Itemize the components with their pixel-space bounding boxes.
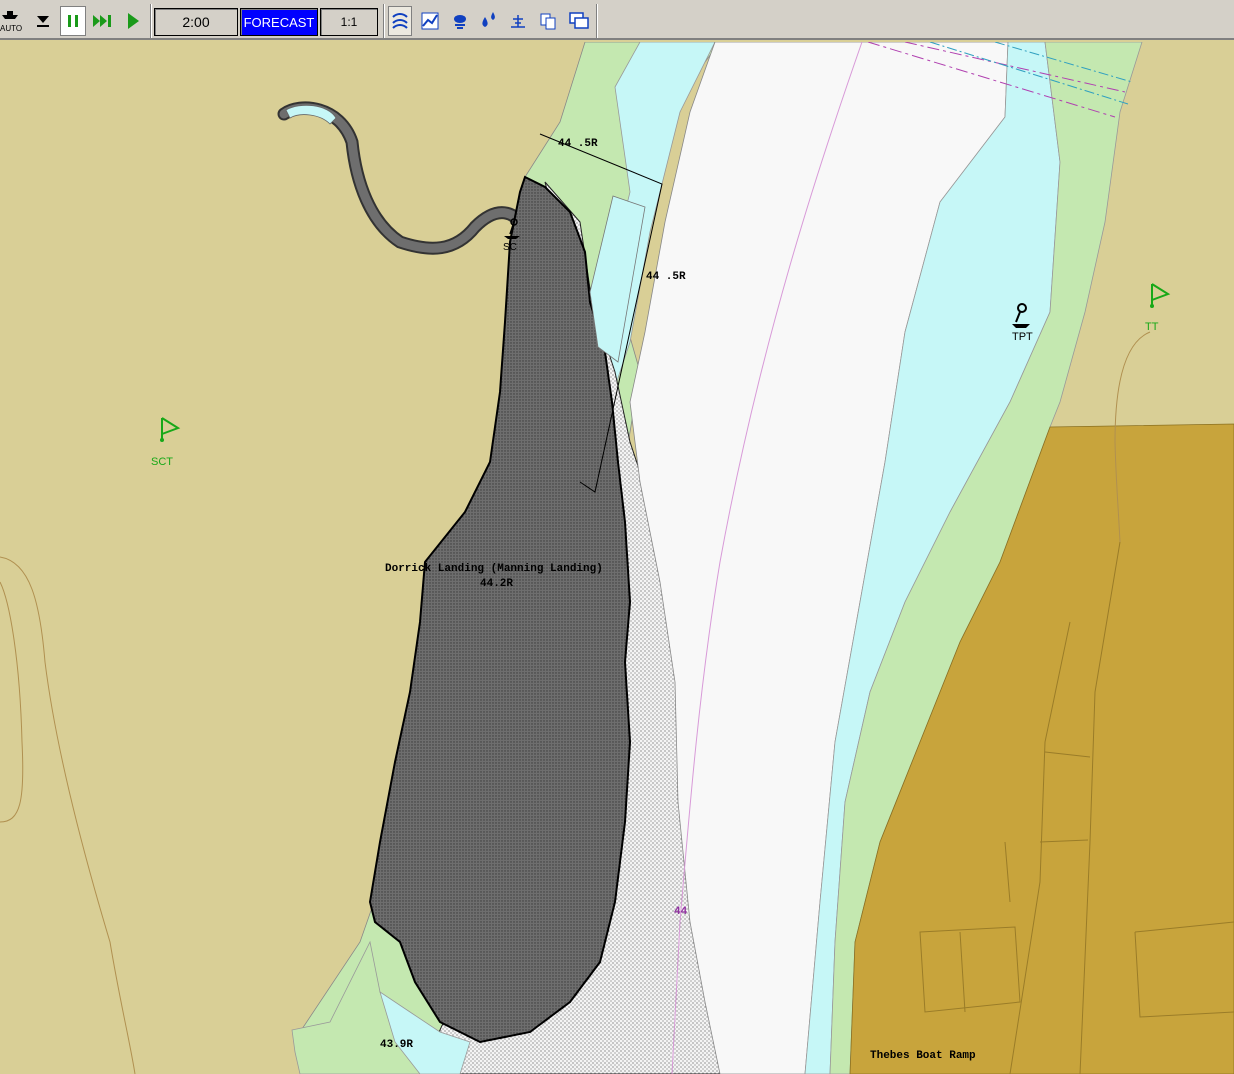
play-button[interactable] [120, 6, 146, 36]
pause-button[interactable] [60, 6, 86, 36]
flag-label: TT [1145, 321, 1159, 333]
wind-button[interactable] [506, 6, 530, 36]
play-icon [128, 13, 139, 29]
auto-mode-button[interactable] [0, 4, 20, 24]
step-down-icon [37, 16, 49, 27]
auto-label: AUTO [0, 24, 23, 33]
fast-forward-button[interactable] [90, 6, 116, 36]
window-icon [569, 12, 589, 29]
place-name-landing: Dorrick Landing (Manning Landing) [385, 563, 603, 575]
flag-label: SCT [151, 456, 173, 468]
step-down-button[interactable] [32, 6, 54, 36]
sounding-label: 43.9R [380, 1039, 413, 1051]
water-level-button[interactable] [476, 6, 502, 36]
scale-field[interactable]: 1:1 [320, 8, 378, 36]
sounding-label: 44 .5R [646, 271, 686, 283]
place-name-boat-ramp: Thebes Boat Ramp [870, 1050, 976, 1062]
time-field[interactable]: 2:00 [154, 8, 238, 36]
toolbar: AUTO 2:00 FORECAST 1:1 [0, 0, 1234, 40]
toolbar-separator [383, 4, 385, 38]
copy-button[interactable] [536, 6, 560, 36]
sounding-label: 44.2R [480, 578, 513, 590]
gauge-label: SC [503, 242, 517, 253]
wind-icon [511, 15, 525, 28]
weather-cloud-icon [454, 15, 466, 29]
weather-button[interactable] [448, 6, 472, 36]
toolbar-separator [596, 4, 598, 38]
fast-forward-icon [93, 15, 111, 27]
sounding-label: 44 [674, 906, 688, 918]
current-tool-button[interactable] [388, 6, 412, 36]
ship-icon [2, 11, 18, 19]
window-button[interactable] [566, 6, 592, 36]
nautical-chart[interactable]: 44 .5R 44 .5R 44.2R 43.9R 44 Dorrick Lan… [0, 42, 1234, 1074]
tide-graph-button[interactable] [418, 6, 442, 36]
copy-icon [540, 13, 556, 30]
current-arrows-icon [392, 13, 408, 29]
forecast-button[interactable]: FORECAST [240, 8, 318, 36]
sounding-label: 44 .5R [558, 138, 598, 150]
pause-icon [68, 15, 78, 27]
gauge-label: TPT [1012, 331, 1033, 343]
tide-graph-icon [421, 12, 439, 30]
toolbar-separator [150, 4, 152, 38]
water-drop-icon [482, 12, 495, 27]
